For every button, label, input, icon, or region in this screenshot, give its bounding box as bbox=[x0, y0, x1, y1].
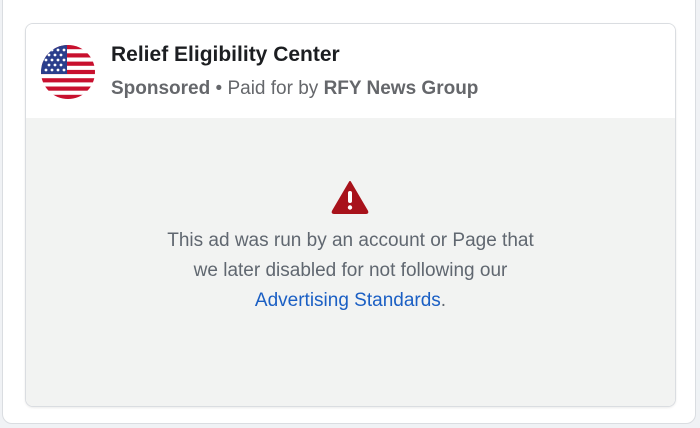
notice-line-2: we later disabled for not following our bbox=[193, 260, 508, 281]
disabled-ad-notice: This ad was run by an account or Page th… bbox=[26, 118, 675, 406]
funder-name: RFY News Group bbox=[323, 78, 479, 99]
ad-meta: Sponsored • Paid for by RFY News Group bbox=[111, 78, 478, 100]
notice-message: This ad was run by an account or Page th… bbox=[26, 226, 675, 316]
advertising-standards-link[interactable]: Advertising Standards bbox=[255, 290, 441, 311]
us-flag-icon[interactable] bbox=[41, 45, 95, 99]
notice-period: . bbox=[440, 290, 447, 311]
ad-header: Relief Eligibility Center Sponsored • Pa… bbox=[26, 24, 675, 118]
meta-separator: • bbox=[210, 78, 228, 99]
paid-for-label: Paid for by bbox=[227, 78, 324, 99]
sponsored-label[interactable]: Sponsored bbox=[111, 78, 210, 99]
page-name[interactable]: Relief Eligibility Center bbox=[111, 43, 340, 67]
notice-line-1: This ad was run by an account or Page th… bbox=[167, 230, 534, 251]
notice-line-3: Advertising Standards. bbox=[26, 286, 675, 316]
warning-triangle-icon bbox=[331, 180, 369, 214]
ad-card: Relief Eligibility Center Sponsored • Pa… bbox=[25, 23, 676, 407]
